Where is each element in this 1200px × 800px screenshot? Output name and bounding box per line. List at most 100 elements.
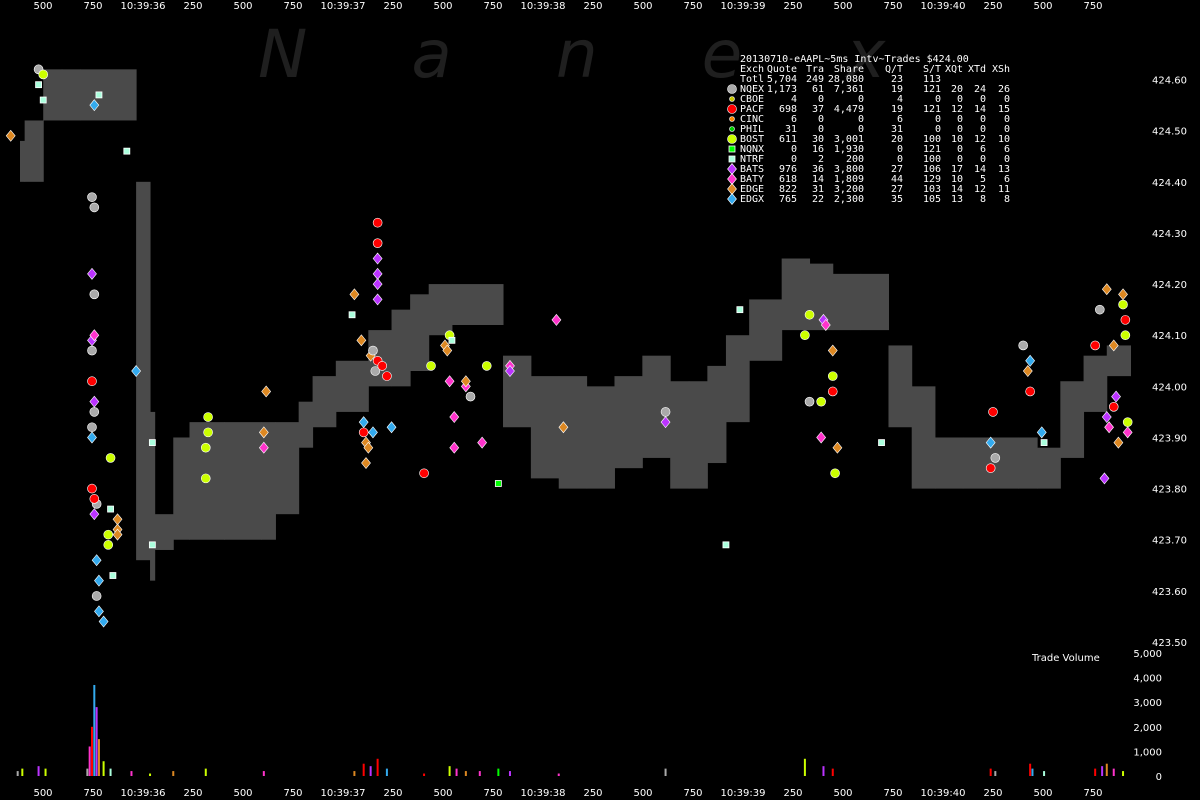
nbbo-band-segment: [261, 422, 276, 540]
price-axis: 424.60 424.50 424.40 424.30 424.20 424.10 424.…: [1152, 76, 1187, 649]
trade-point: [827, 344, 838, 357]
volume-bar: [86, 768, 89, 776]
ms-tick-label-top: 750: [883, 1, 902, 12]
ms-tick-label-bottom: 750: [683, 788, 702, 799]
price-tick-label: 423.70: [1152, 536, 1187, 547]
trade-point: [1018, 340, 1028, 351]
volume-bar: [497, 768, 500, 776]
nbbo-band-segment: [451, 284, 481, 325]
trade-point: [348, 311, 356, 319]
trade-point: [1120, 315, 1131, 325]
legend-marker: [727, 84, 737, 94]
legend-cell: 8: [1004, 194, 1010, 205]
volume-bar: [1122, 771, 1125, 776]
legend-header: XTd: [968, 64, 986, 75]
nbbo-band-segment: [707, 365, 727, 464]
trade-point: [1101, 283, 1112, 296]
legend-marker: [727, 193, 737, 205]
legend-marker: [728, 145, 736, 153]
volume-bar: [95, 707, 98, 776]
trade-point: [386, 421, 397, 434]
legend-marker: [729, 116, 735, 122]
trade-point: [372, 293, 383, 306]
ms-tick-label-bottom: 750: [1083, 788, 1102, 799]
price-tick-label: 423.50: [1152, 638, 1187, 649]
trade-point: [1022, 365, 1033, 377]
time-tick-label-top: 10:39:38: [521, 1, 566, 12]
trade-point: [87, 267, 97, 280]
trade-point: [804, 396, 815, 407]
trade-point: [372, 252, 383, 265]
trade-point: [261, 385, 272, 398]
trade-point: [426, 361, 436, 371]
ms-tick-label-top: 500: [633, 1, 652, 12]
trade-point: [105, 453, 116, 463]
nbbo-band-segment: [1130, 345, 1131, 377]
price-tick-label: 424.60: [1152, 76, 1187, 87]
trade-point: [1111, 390, 1121, 403]
volume-bar: [97, 739, 100, 776]
trade-point: [368, 426, 378, 439]
legend-marker: [728, 155, 736, 163]
time-tick-label-bottom: 10:39:39: [721, 788, 766, 799]
volume-tick-label: 4,000: [1133, 674, 1162, 685]
volume-bar: [1031, 768, 1034, 776]
trade-point: [203, 412, 213, 422]
nbbo-band-segment: [410, 294, 430, 372]
trade-point: [94, 605, 104, 618]
nbbo-band-segment: [962, 437, 992, 489]
trade-point: [95, 91, 103, 99]
volume-bar: [262, 771, 265, 776]
ms-tick-label-bottom: 500: [33, 788, 52, 799]
volume-bar: [455, 768, 458, 776]
nbbo-band-segment: [479, 284, 504, 325]
nbbo-band-segment: [614, 376, 643, 469]
nbbo-band-segment: [224, 422, 263, 540]
price-tick-label: 423.60: [1152, 587, 1187, 598]
nbbo-band-segment: [61, 69, 81, 121]
volume-bar: [204, 768, 207, 776]
trade-point: [89, 407, 100, 417]
trade-point: [372, 278, 383, 291]
volume-bar: [376, 758, 379, 776]
volume-bar: [362, 763, 365, 776]
trade-point: [372, 267, 383, 280]
trade-point: [722, 541, 730, 549]
volume-bar: [989, 768, 992, 776]
trade-point: [87, 192, 97, 202]
ms-tick-label-bottom: 750: [483, 788, 502, 799]
ms-tick-label-top: 500: [1033, 1, 1052, 12]
nbbo-band-segment: [670, 381, 690, 489]
volume-axis-label: Trade Volume: [1031, 653, 1100, 664]
volume-bars: [16, 684, 1125, 776]
time-tick-label-top: 10:39:37: [321, 1, 366, 12]
legend-cell: 35: [891, 194, 903, 205]
volume-bar: [994, 771, 997, 776]
trade-point: [123, 147, 131, 155]
time-tick-label-top: 10:39:36: [121, 1, 166, 12]
ms-tick-label-top: 250: [783, 1, 802, 12]
trade-point: [988, 407, 998, 417]
nbbo-band-segment: [990, 437, 1020, 489]
legend-marker: [727, 134, 737, 144]
volume-bar: [508, 771, 511, 776]
trade-point: [200, 473, 211, 484]
volume-bar: [448, 766, 451, 776]
nbbo-band-segment: [530, 376, 560, 479]
trade-point: [1036, 426, 1047, 439]
volume-axis: 5,000 4,000 3,000 2,000 1,000 0: [1133, 649, 1162, 783]
trade-point: [89, 494, 100, 504]
trade-point: [148, 439, 156, 446]
nbbo-band-segment: [1037, 447, 1061, 489]
nbbo-band-segment: [150, 411, 156, 581]
trade-point: [361, 457, 371, 470]
volume-tick-label: 5,000: [1133, 649, 1162, 660]
ms-tick-label-bottom: 250: [583, 788, 602, 799]
nbbo-band-segment: [1083, 355, 1108, 412]
trade-point: [985, 463, 996, 473]
nbbo-band-segment: [888, 345, 913, 428]
volume-bar: [1043, 771, 1046, 776]
trade-point: [87, 422, 97, 433]
trade-point: [832, 441, 843, 454]
legend-cell: 22: [812, 194, 824, 205]
